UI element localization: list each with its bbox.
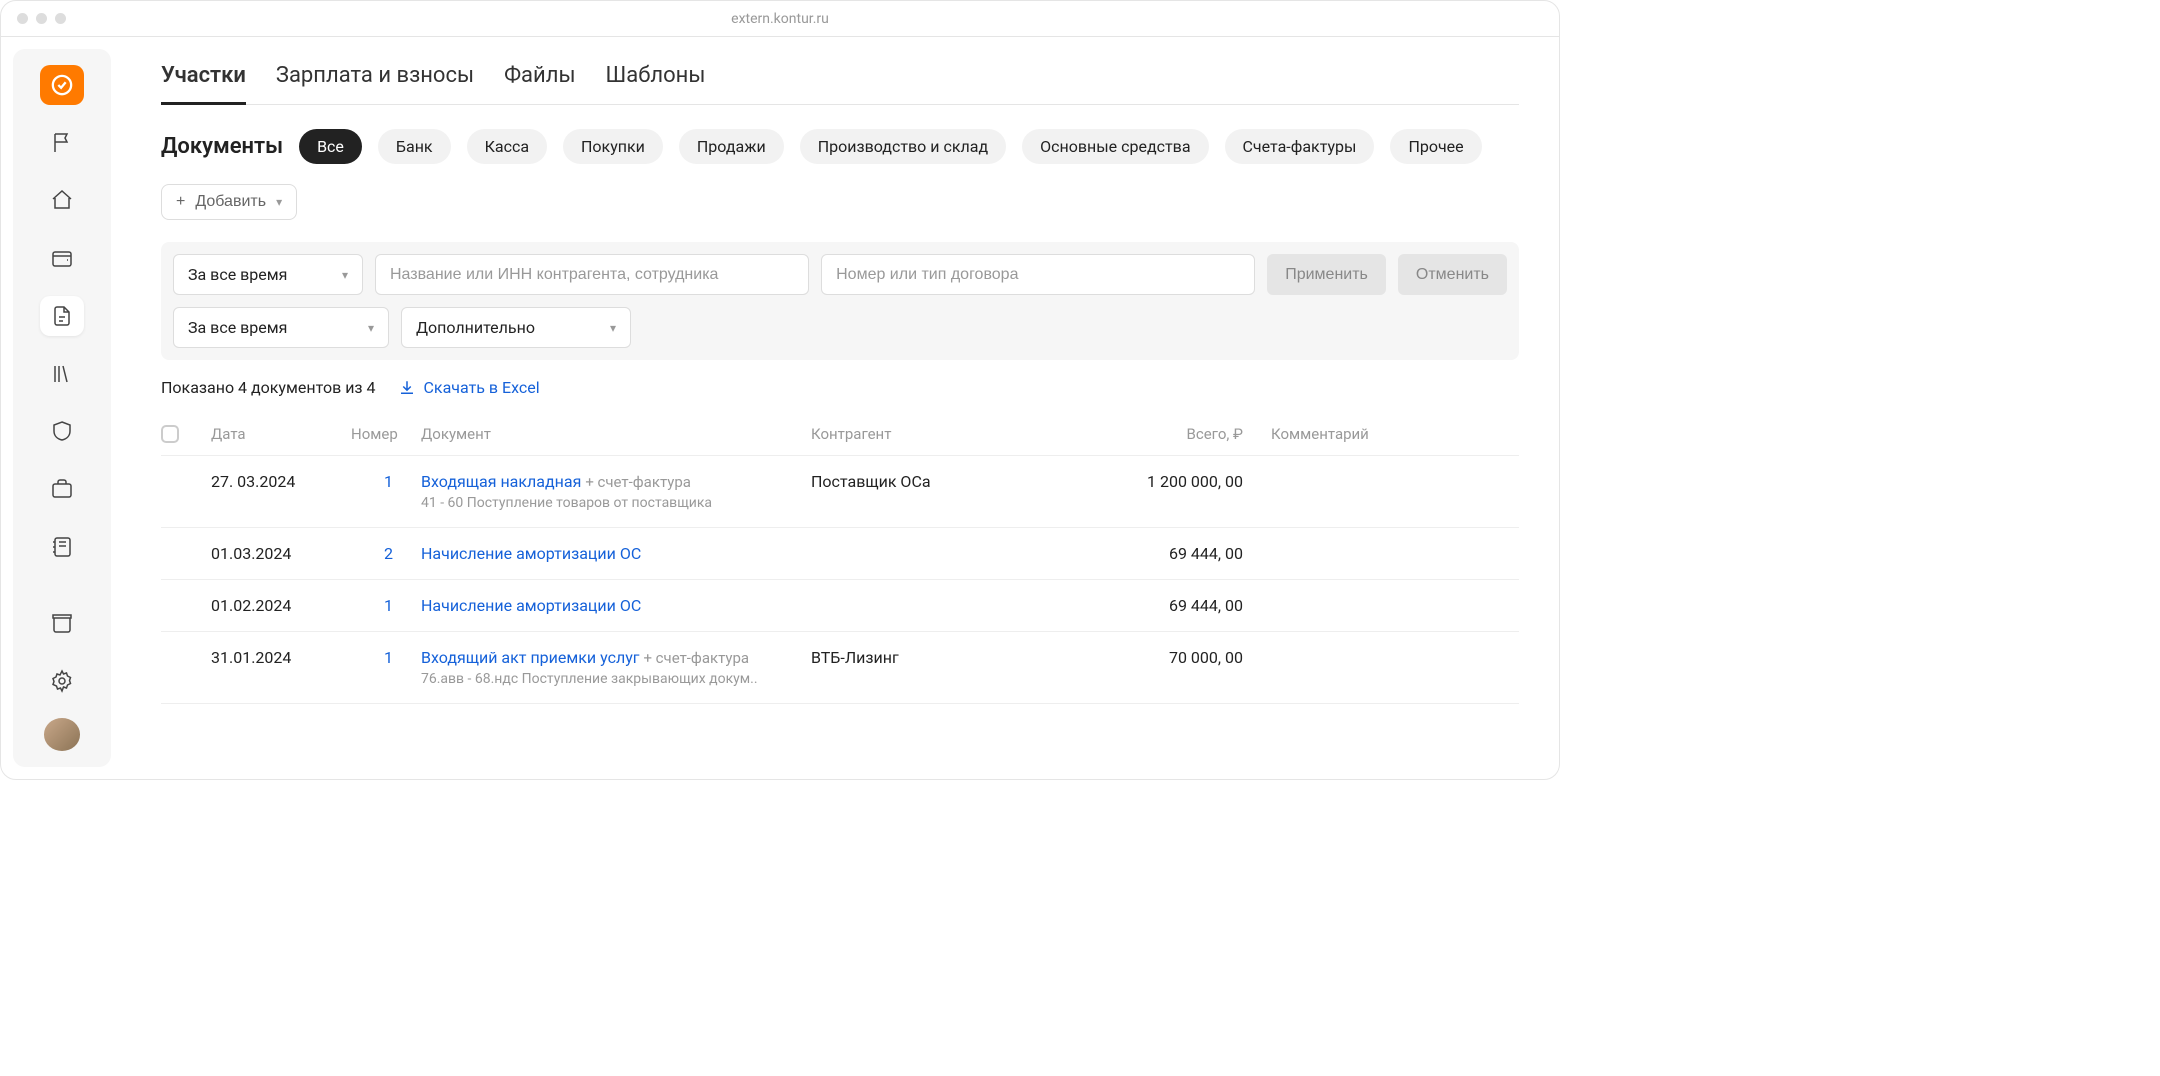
cell-doc-sub: 41 - 60 Поступление товаров от поставщик… bbox=[421, 495, 811, 511]
traffic-lights bbox=[17, 13, 66, 24]
contractor-input[interactable] bbox=[375, 254, 809, 295]
section-title: Документы bbox=[161, 134, 283, 159]
results-summary-row: Показано 4 документов из 4 Скачать в Exc… bbox=[161, 378, 1519, 397]
cell-num-link[interactable]: 2 bbox=[384, 544, 393, 563]
tab-templates[interactable]: Шаблоны bbox=[606, 57, 706, 105]
plus-icon: + bbox=[176, 193, 185, 211]
table-row: 01.03.2024 2 Начисление амортизации ОС 6… bbox=[161, 528, 1519, 580]
cell-agent: ВТБ-Лизинг bbox=[811, 648, 1101, 667]
chip-all[interactable]: Все bbox=[299, 129, 362, 164]
cell-total: 69 444, 00 bbox=[1101, 596, 1271, 615]
minimize-window-icon[interactable] bbox=[36, 13, 47, 24]
chip-assets[interactable]: Основные средства bbox=[1022, 129, 1208, 164]
col-header-total: Всего, ₽ bbox=[1101, 425, 1271, 443]
user-avatar[interactable] bbox=[44, 718, 80, 751]
apply-button[interactable]: Применить bbox=[1267, 254, 1386, 295]
books-icon[interactable] bbox=[40, 354, 84, 394]
cell-doc-link[interactable]: Начисление амортизации ОС bbox=[421, 544, 641, 563]
archive-icon[interactable] bbox=[40, 603, 84, 643]
contract-input[interactable] bbox=[821, 254, 1255, 295]
cell-total: 1 200 000, 00 bbox=[1101, 472, 1271, 491]
tab-sections[interactable]: Участки bbox=[161, 57, 246, 105]
browser-header: extern.kontur.ru bbox=[1, 1, 1559, 37]
col-header-doc: Документ bbox=[421, 425, 811, 443]
cell-date: 01.03.2024 bbox=[211, 544, 351, 563]
period-select-2[interactable]: За все время ▾ bbox=[173, 307, 389, 348]
briefcase-icon[interactable] bbox=[40, 469, 84, 509]
cell-doc-sub: 76.авв - 68.ндс Поступление закрывающих … bbox=[421, 671, 811, 687]
table-row: 31.01.2024 1 Входящий акт приемки услуг … bbox=[161, 632, 1519, 704]
chip-bank[interactable]: Банк bbox=[378, 129, 451, 164]
chip-cash[interactable]: Касса bbox=[467, 129, 547, 164]
cell-num-link[interactable]: 1 bbox=[384, 648, 393, 667]
select-all-checkbox[interactable] bbox=[161, 425, 179, 443]
sidebar bbox=[13, 49, 111, 767]
chip-purchases[interactable]: Покупки bbox=[563, 129, 663, 164]
app-body: Участки Зарплата и взносы Файлы Шаблоны … bbox=[1, 37, 1559, 779]
cell-doc-link[interactable]: Входящий акт приемки услуг bbox=[421, 648, 639, 667]
col-header-agent: Контрагент bbox=[811, 425, 1101, 443]
flag-icon[interactable] bbox=[40, 123, 84, 163]
document-icon[interactable] bbox=[40, 296, 84, 336]
chip-production[interactable]: Производство и склад bbox=[800, 129, 1006, 164]
cell-date: 31.01.2024 bbox=[211, 648, 351, 667]
download-excel-label: Скачать в Excel bbox=[424, 378, 540, 397]
filter-chips-row: Документы Все Банк Касса Покупки Продажи… bbox=[161, 129, 1519, 164]
chevron-down-icon: ▾ bbox=[610, 321, 616, 335]
chip-other[interactable]: Прочее bbox=[1390, 129, 1481, 164]
add-button[interactable]: + Добавить ▾ bbox=[161, 184, 297, 220]
download-icon bbox=[398, 379, 416, 397]
cell-agent: Поставщик ОСа bbox=[811, 472, 1101, 491]
cell-total: 70 000, 00 bbox=[1101, 648, 1271, 667]
col-header-num: Номер bbox=[351, 425, 421, 443]
tab-bar: Участки Зарплата и взносы Файлы Шаблоны bbox=[161, 57, 1519, 105]
cancel-button[interactable]: Отменить bbox=[1398, 254, 1507, 295]
chevron-down-icon: ▾ bbox=[368, 321, 374, 335]
gear-icon[interactable] bbox=[40, 661, 84, 701]
cell-date: 27. 03.2024 bbox=[211, 472, 351, 491]
period-select-2-value: За все время bbox=[188, 318, 287, 337]
period-select-1[interactable]: За все время ▾ bbox=[173, 254, 363, 295]
table-row: 27. 03.2024 1 Входящая накладная + счет-… bbox=[161, 456, 1519, 528]
cell-date: 01.02.2024 bbox=[211, 596, 351, 615]
sidebar-logo[interactable] bbox=[40, 65, 84, 105]
tab-salary[interactable]: Зарплата и взносы bbox=[276, 57, 474, 105]
shield-icon[interactable] bbox=[40, 412, 84, 452]
main-content: Участки Зарплата и взносы Файлы Шаблоны … bbox=[111, 37, 1559, 779]
col-header-date: Дата bbox=[211, 425, 351, 443]
cell-num-link[interactable]: 1 bbox=[384, 596, 393, 615]
chevron-down-icon: ▾ bbox=[276, 195, 282, 209]
browser-window: extern.kontur.ru bbox=[0, 0, 1560, 780]
notebook-icon[interactable] bbox=[40, 527, 84, 567]
tab-files[interactable]: Файлы bbox=[504, 57, 575, 105]
chip-sales[interactable]: Продажи bbox=[679, 129, 784, 164]
url-bar: extern.kontur.ru bbox=[731, 11, 829, 27]
chip-invoices[interactable]: Счета-фактуры bbox=[1225, 129, 1375, 164]
additional-select-value: Дополнительно bbox=[416, 318, 535, 337]
results-count: Показано 4 документов из 4 bbox=[161, 378, 376, 397]
close-window-icon[interactable] bbox=[17, 13, 28, 24]
filter-bar: За все время ▾ Применить Отменить За все… bbox=[161, 242, 1519, 360]
table-header: Дата Номер Документ Контрагент Всего, ₽ … bbox=[161, 413, 1519, 456]
cell-total: 69 444, 00 bbox=[1101, 544, 1271, 563]
cell-doc-suffix: + счет-фактура bbox=[585, 473, 691, 491]
cell-doc-suffix: + счет-фактура bbox=[643, 649, 749, 667]
add-button-label: Добавить bbox=[195, 193, 266, 211]
cell-doc-link[interactable]: Начисление амортизации ОС bbox=[421, 596, 641, 615]
table-row: 01.02.2024 1 Начисление амортизации ОС 6… bbox=[161, 580, 1519, 632]
period-select-1-value: За все время bbox=[188, 265, 287, 284]
maximize-window-icon[interactable] bbox=[55, 13, 66, 24]
download-excel-link[interactable]: Скачать в Excel bbox=[398, 378, 540, 397]
home-icon[interactable] bbox=[40, 181, 84, 221]
cell-doc-link[interactable]: Входящая накладная bbox=[421, 472, 581, 491]
chevron-down-icon: ▾ bbox=[342, 268, 348, 282]
additional-select[interactable]: Дополнительно ▾ bbox=[401, 307, 631, 348]
wallet-icon[interactable] bbox=[40, 238, 84, 278]
cell-num-link[interactable]: 1 bbox=[384, 472, 393, 491]
col-header-comment: Комментарий bbox=[1271, 425, 1519, 443]
